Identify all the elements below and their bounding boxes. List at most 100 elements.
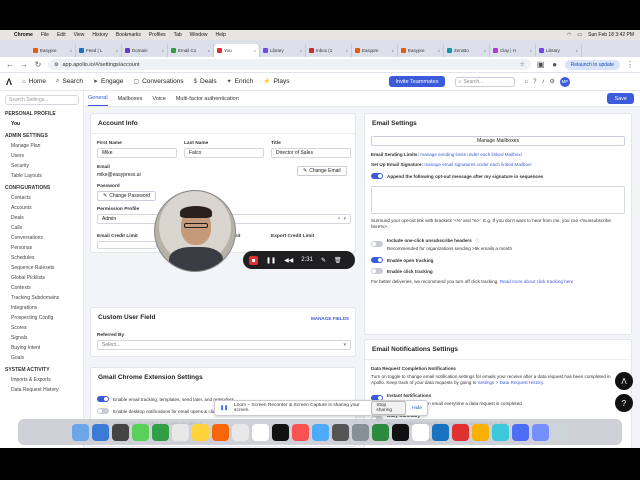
top-search-input[interactable]: ⌕ Search... [454,76,515,87]
sidebar-item[interactable]: Conversations [5,233,78,243]
first-name-field[interactable]: Mike [97,148,177,158]
dock-app-icon[interactable] [551,423,569,441]
gear-icon[interactable]: ⚙ [549,78,554,85]
dock-app-icon[interactable] [191,423,209,441]
dock-app-icon[interactable] [91,423,109,441]
sidebar-item[interactable]: Table Layouts [5,171,78,181]
referred-by-select[interactable]: Select... ▾ [97,340,351,350]
browser-tab[interactable]: Library × [260,44,306,57]
clock[interactable]: Sun Feb 18 3:42 PM [588,32,634,38]
help-button[interactable]: ? [615,394,633,412]
sidebar-item[interactable]: Data Request History [5,385,78,395]
close-tab-icon[interactable]: × [438,48,440,53]
sidebar-item[interactable]: Goals [5,353,78,363]
optout-message-textarea[interactable] [371,186,625,214]
dock-app-icon[interactable] [151,423,169,441]
tab-voice[interactable]: Voice [152,96,165,106]
sending-limits-link[interactable]: manage sending limits under each linked … [420,152,522,157]
dock-app-icon[interactable] [411,423,429,441]
close-tab-icon[interactable]: × [208,48,210,53]
nav-conversations[interactable]: ▢ Conversations [133,78,183,85]
sidebar-item[interactable]: You [5,119,78,129]
dock-app-icon[interactable] [131,423,149,441]
browser-tab[interactable]: Easypre × [398,44,444,57]
menu-history[interactable]: History [92,32,108,38]
trash-icon[interactable]: 🗑 [334,257,342,264]
dock-app-icon[interactable] [471,423,489,441]
menu-window[interactable]: Window [190,32,208,38]
sidebar-item[interactable]: Contacts [5,193,78,203]
stop-sharing-button[interactable]: Stop sharing [371,401,407,415]
wifi-icon[interactable]: ◠ [567,32,571,38]
manage-fields-link[interactable]: MANAGE FIELDS [311,316,349,322]
chrome-menu-icon[interactable]: ⋮ [626,60,634,69]
browser-tab[interactable]: You × [214,44,260,57]
dock-app-icon[interactable] [371,423,389,441]
close-tab-icon[interactable]: × [392,48,394,53]
info-icon[interactable]: ⓘ [475,238,480,244]
dock-app-icon[interactable] [311,423,329,441]
save-button[interactable]: Save [607,93,634,104]
sidebar-item[interactable]: Security [5,161,78,171]
browser-tab[interactable]: Feed | L × [76,44,122,57]
avatar[interactable]: MF [559,76,570,87]
nav-search[interactable]: ⌕ Search [56,78,83,85]
close-tab-icon[interactable]: × [530,48,532,53]
browser-tab[interactable]: Easypre × [352,44,398,57]
sidebar-item[interactable]: Signals [5,333,78,343]
dock-app-icon[interactable] [231,423,249,441]
nav-deals[interactable]: $ Deals [194,78,217,85]
chevron-down-icon[interactable]: ▾ [343,342,346,348]
toggle-optout[interactable] [371,173,383,179]
tab-mfa[interactable]: Multi-factor authentication [176,96,239,106]
reload-icon[interactable]: ↻ [34,60,42,69]
browser-tab[interactable]: Email Co × [168,44,214,57]
chevron-down-icon[interactable]: ▾ [343,216,346,222]
toggle-unsubscribe-headers[interactable] [371,241,383,247]
manage-mailboxes-button[interactable]: Manage Mailboxes [371,136,625,146]
sidebar-item[interactable]: Deals [5,213,78,223]
stop-recording-button[interactable] [249,255,258,265]
restart-icon[interactable]: ◀◀ [284,257,293,264]
dock-app-icon[interactable] [271,423,289,441]
menubar-app[interactable]: Chrome [14,32,33,38]
close-tab-icon[interactable]: × [162,48,164,53]
dock-app-icon[interactable] [71,423,89,441]
dock-app-icon[interactable] [211,423,229,441]
nav-plays[interactable]: ⚡ Plays [263,78,289,85]
annotate-icon[interactable]: ✎ [321,257,326,264]
sidebar-item[interactable]: Scores [5,323,78,333]
nav-home[interactable]: ⌂ Home [22,78,46,85]
webcam-bubble[interactable] [154,190,236,272]
nav-enrich[interactable]: ✦ Enrich [227,78,253,85]
sidebar-item[interactable]: Tracking Subdomains [5,293,78,303]
dock-app-icon[interactable] [251,423,269,441]
menu-edit[interactable]: Edit [57,32,66,38]
close-tab-icon[interactable]: × [70,48,72,53]
menu-bookmarks[interactable]: Bookmarks [116,32,141,38]
sidebar-item[interactable]: Manage Plan [5,141,78,151]
extensions-icon[interactable]: ▣ [537,60,545,69]
toggle-desktop-notifications[interactable] [97,408,109,414]
battery-icon[interactable]: ▭ [577,32,582,38]
site-info-icon[interactable]: ⚙ [54,62,58,68]
toggle-open-tracking[interactable] [371,257,383,263]
sidebar-item[interactable]: Buying Intent [5,343,78,353]
click-tracking-link[interactable]: Read more about click tracking here [500,279,574,284]
last-name-field[interactable]: Falco [184,148,264,158]
change-email-button[interactable]: ✎ Change Email [297,166,347,176]
toggle-click-tracking[interactable] [371,268,383,274]
help-icon[interactable]: ? [533,79,536,85]
job-title-field[interactable]: Director of Sales [271,148,351,158]
email-credit-field[interactable] [97,241,157,249]
bell-icon[interactable]: ♪ [541,79,544,85]
clear-icon[interactable]: × [338,216,341,222]
url-field[interactable]: ⚙ app.apollo.io/#/settings/account ☆ [48,59,531,70]
apollo-logo[interactable]: Ʌ [6,77,12,87]
forward-icon[interactable]: → [20,60,28,69]
dock-app-icon[interactable] [351,423,369,441]
close-tab-icon[interactable]: × [484,48,486,53]
dock-app-icon[interactable] [331,423,349,441]
change-password-button[interactable]: ✎ Change Password [97,191,157,201]
sidebar-item[interactable]: Schedules [5,253,78,263]
